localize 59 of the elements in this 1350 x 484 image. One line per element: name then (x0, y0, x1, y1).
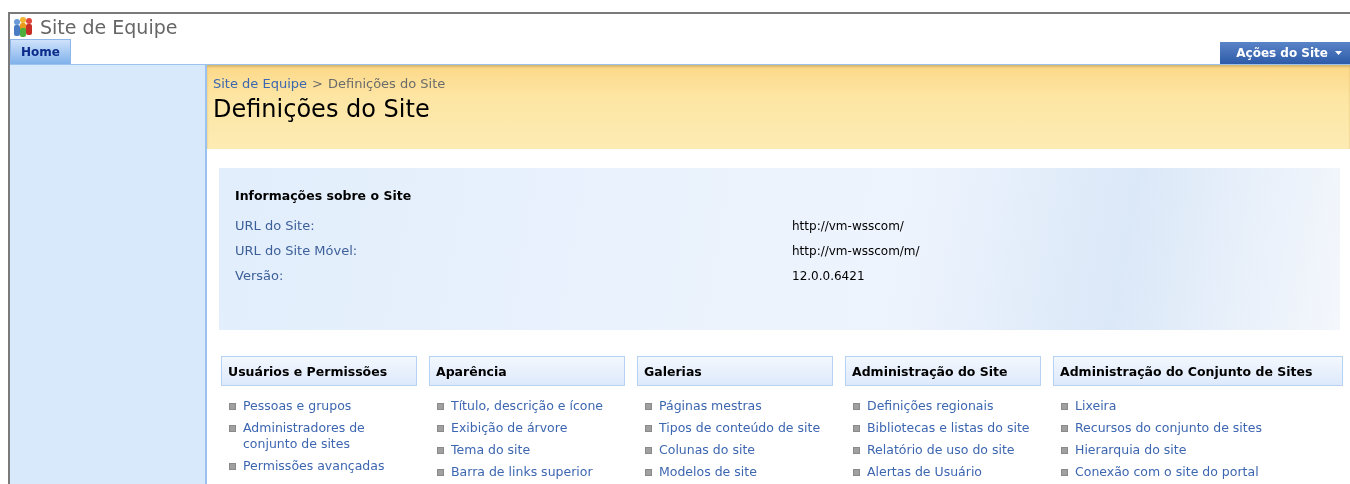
settings-link[interactable]: Definições regionais (867, 398, 994, 414)
settings-link[interactable]: Tipos de conteúdo de site (659, 420, 821, 436)
settings-link[interactable]: Pessoas e grupos (243, 398, 352, 414)
people-icon (12, 15, 34, 38)
section-heading: Galerias (637, 356, 833, 386)
settings-link[interactable]: Hierarquia do site (1075, 442, 1187, 458)
settings-link[interactable]: Alertas de Usuário (867, 464, 982, 480)
page-title: Definições do Site (213, 95, 431, 123)
site-actions-menu[interactable]: Ações do Site (1220, 42, 1350, 64)
settings-link[interactable]: Tema do site (451, 442, 531, 458)
settings-link[interactable]: Título, descrição e ícone (451, 398, 604, 414)
settings-link[interactable]: Páginas mestras (659, 398, 762, 414)
settings-link[interactable]: Bibliotecas e listas do site (867, 420, 1030, 436)
settings-link[interactable]: Conexão com o site do portal (1075, 464, 1259, 480)
bullet-icon (853, 447, 860, 454)
nav-tab[interactable]: Home (10, 39, 71, 64)
bullet-icon (437, 469, 444, 476)
bullet-icon (437, 425, 444, 432)
settings-link[interactable]: Barra de links superior (451, 464, 593, 480)
bullet-icon (853, 469, 860, 476)
bullet-icon (1061, 403, 1068, 410)
bullet-icon (645, 469, 652, 476)
caret-icon (1335, 51, 1342, 55)
bullet-icon (645, 447, 652, 454)
info-value: 12.0.0.6421 (792, 268, 866, 283)
bullet-icon (229, 425, 236, 432)
bullet-icon (853, 425, 860, 432)
info-label: URL do Site Móvel: (235, 243, 359, 258)
bullet-icon (437, 447, 444, 454)
bullet-icon (437, 403, 444, 410)
bullet-icon (1061, 469, 1068, 476)
settings-link[interactable]: Modelos de site (659, 464, 757, 480)
settings-link[interactable]: Administradores de conjunto de sites (243, 420, 417, 452)
section-heading: Administração do Conjunto de Sites (1053, 356, 1343, 386)
bullet-icon (229, 403, 236, 410)
bullet-icon (645, 425, 652, 432)
info-heading: Informações sobre o Site (235, 188, 413, 203)
settings-link[interactable]: Recursos do conjunto de sites (1075, 420, 1262, 436)
bullet-icon (1061, 425, 1068, 432)
settings-link[interactable]: Permissões avançadas (243, 458, 385, 474)
section-heading: Usuários e Permissões (221, 356, 417, 386)
info-label: Versão: (235, 268, 285, 283)
info-value: http://vm-wsscom/ (792, 218, 905, 233)
bullet-icon (1061, 447, 1068, 454)
settings-link[interactable]: Lixeira (1075, 398, 1117, 414)
breadcrumb-link[interactable]: Site de Equipe (213, 76, 308, 91)
info-label: URL do Site: (235, 218, 316, 233)
section-heading: Aparência (429, 356, 625, 386)
settings-link[interactable]: Colunas do site (659, 442, 755, 458)
info-value: http://vm-wsscom/m/ (792, 243, 921, 258)
breadcrumb-current: Definições do Site (327, 76, 446, 91)
settings-link[interactable]: Relatório de uso do site (867, 442, 1015, 458)
bullet-icon (645, 403, 652, 410)
section-heading: Administração do Site (845, 356, 1041, 386)
breadcrumb-separator: > (312, 76, 323, 91)
settings-link[interactable]: Exibição de árvore (451, 420, 568, 436)
bullet-icon (853, 403, 860, 410)
site-title: Site de Equipe (40, 15, 178, 38)
bullet-icon (229, 463, 236, 470)
